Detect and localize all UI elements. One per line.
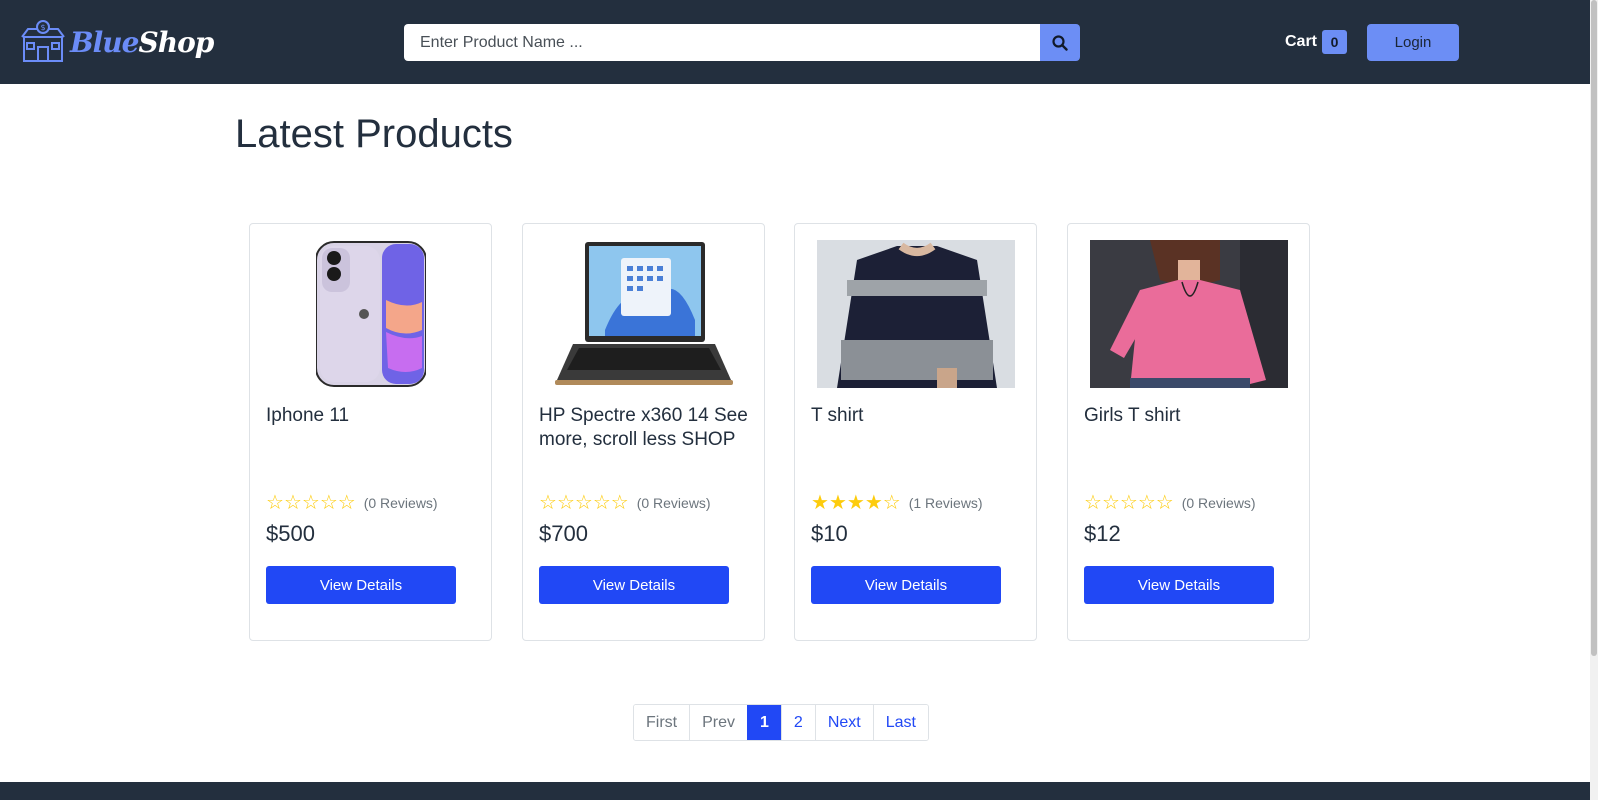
star-rating: ☆☆☆☆☆ xyxy=(1084,492,1174,514)
tshirt-image[interactable] xyxy=(817,240,1015,388)
brand-name: BlueShop xyxy=(70,25,214,59)
reviews-count: (0 Reviews) xyxy=(363,495,438,511)
laptop-image[interactable] xyxy=(545,240,743,388)
page-title: Latest Products xyxy=(235,112,513,156)
girls-tshirt-image[interactable] xyxy=(1090,240,1288,388)
star-empty-icon: ☆ xyxy=(319,492,338,514)
star-filled-icon: ★ xyxy=(828,492,847,514)
page-next[interactable]: Next xyxy=(814,705,873,740)
brand-blue-text: Blue xyxy=(70,25,139,59)
star-filled-icon: ★ xyxy=(864,492,883,514)
product-card: Iphone 11 ☆☆☆☆☆ (0 Reviews) $500 View De… xyxy=(249,223,492,641)
rating: ☆☆☆☆☆ (0 Reviews) xyxy=(539,492,711,514)
star-empty-icon: ☆ xyxy=(337,492,356,514)
page-prev[interactable]: Prev xyxy=(689,705,748,740)
page-last[interactable]: Last xyxy=(872,705,928,740)
star-empty-icon: ☆ xyxy=(610,492,629,514)
store-icon: $ xyxy=(21,20,65,62)
search-input[interactable] xyxy=(404,24,1040,61)
cart-count-badge: 0 xyxy=(1322,30,1348,54)
product-title[interactable]: Girls T shirt xyxy=(1084,404,1294,428)
product-price: $12 xyxy=(1084,521,1121,546)
phone-image[interactable] xyxy=(316,240,426,388)
search-form xyxy=(404,24,1080,61)
product-card: HP Spectre x360 14 See more, scroll less… xyxy=(522,223,765,641)
star-empty-icon: ☆ xyxy=(1155,492,1174,514)
scrollbar-thumb[interactable] xyxy=(1591,0,1597,656)
rating: ☆☆☆☆☆ (0 Reviews) xyxy=(1084,492,1256,514)
product-title[interactable]: T shirt xyxy=(811,404,1021,428)
pagination: First Prev 1 2 Next Last xyxy=(633,704,929,741)
rating: ☆☆☆☆☆ (0 Reviews) xyxy=(266,492,438,514)
view-details-button[interactable]: View Details xyxy=(539,566,729,604)
star-rating: ☆☆☆☆☆ xyxy=(539,492,629,514)
star-empty-icon: ☆ xyxy=(882,492,901,514)
rating: ★★★★☆ (1 Reviews) xyxy=(811,492,983,514)
view-details-button[interactable]: View Details xyxy=(811,566,1001,604)
login-button[interactable]: Login xyxy=(1367,24,1459,61)
star-empty-icon: ☆ xyxy=(574,492,593,514)
star-empty-icon: ☆ xyxy=(266,492,284,514)
page-1[interactable]: 1 xyxy=(747,705,781,740)
star-rating: ☆☆☆☆☆ xyxy=(266,492,356,514)
page-2[interactable]: 2 xyxy=(780,705,815,740)
star-empty-icon: ☆ xyxy=(1119,492,1138,514)
star-empty-icon: ☆ xyxy=(1084,492,1102,514)
product-title[interactable]: Iphone 11 xyxy=(266,404,476,428)
page-scrollbar[interactable] xyxy=(1590,0,1598,800)
product-price: $10 xyxy=(811,521,848,546)
star-empty-icon: ☆ xyxy=(1137,492,1156,514)
reviews-count: (0 Reviews) xyxy=(636,495,711,511)
reviews-count: (0 Reviews) xyxy=(1181,495,1256,511)
brand-logo[interactable]: $ BlueShop xyxy=(20,19,214,65)
search-icon xyxy=(1052,34,1068,51)
page-first[interactable]: First xyxy=(634,705,690,740)
brand-shop-text: Shop xyxy=(138,25,214,59)
star-empty-icon: ☆ xyxy=(301,492,320,514)
star-rating: ★★★★☆ xyxy=(811,492,901,514)
star-empty-icon: ☆ xyxy=(1101,492,1120,514)
star-filled-icon: ★ xyxy=(846,492,865,514)
search-button[interactable] xyxy=(1040,24,1080,61)
reviews-count: (1 Reviews) xyxy=(908,495,983,511)
view-details-button[interactable]: View Details xyxy=(266,566,456,604)
product-card: Girls T shirt ☆☆☆☆☆ (0 Reviews) $12 View… xyxy=(1067,223,1310,641)
product-card: T shirt ★★★★☆ (1 Reviews) $10 View Detai… xyxy=(794,223,1037,641)
star-empty-icon: ☆ xyxy=(556,492,575,514)
star-empty-icon: ☆ xyxy=(539,492,557,514)
product-price: $700 xyxy=(539,521,588,546)
star-empty-icon: ☆ xyxy=(283,492,302,514)
navbar: $ BlueShop Cart 0 Login xyxy=(0,0,1590,84)
view-details-button[interactable]: View Details xyxy=(1084,566,1274,604)
star-empty-icon: ☆ xyxy=(592,492,611,514)
product-price: $500 xyxy=(266,521,315,546)
cart-label: Cart xyxy=(1285,33,1318,50)
footer-edge xyxy=(0,782,1590,800)
product-title[interactable]: HP Spectre x360 14 See more, scroll less… xyxy=(539,404,749,452)
star-filled-icon: ★ xyxy=(811,492,829,514)
cart-link[interactable]: Cart 0 xyxy=(1285,30,1348,54)
svg-text:$: $ xyxy=(40,23,45,32)
